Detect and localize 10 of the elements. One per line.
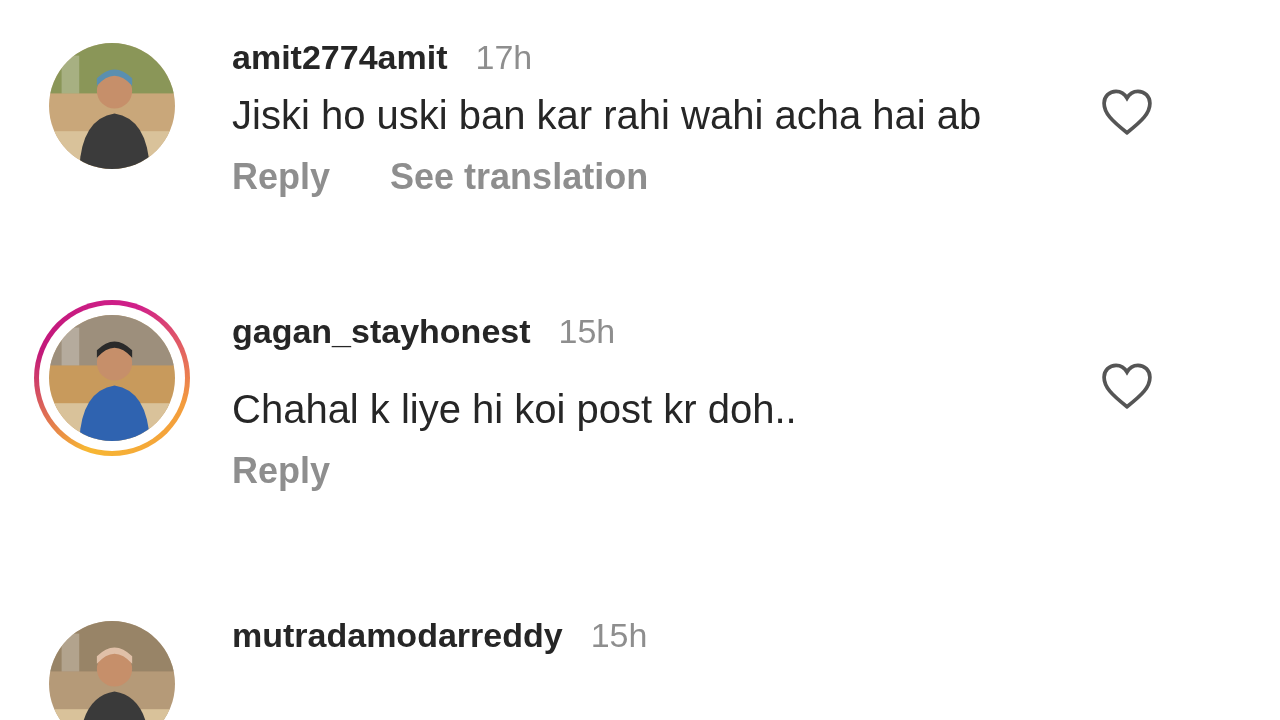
heart-icon[interactable]	[1100, 362, 1154, 410]
timestamp: 17h	[475, 38, 533, 77]
heart-icon[interactable]	[1100, 88, 1154, 136]
comment-text: Chahal k liye hi koi post kr doh..	[232, 386, 798, 433]
username[interactable]: mutradamodarreddy	[232, 616, 563, 655]
timestamp: 15h	[590, 616, 648, 655]
comment-text: Jiski ho uski ban kar rahi wahi acha hai ab	[232, 92, 983, 139]
username[interactable]: amit2774amit	[232, 38, 448, 77]
timestamp: 15h	[558, 312, 616, 351]
username[interactable]: gagan_stayhonest	[232, 312, 531, 351]
